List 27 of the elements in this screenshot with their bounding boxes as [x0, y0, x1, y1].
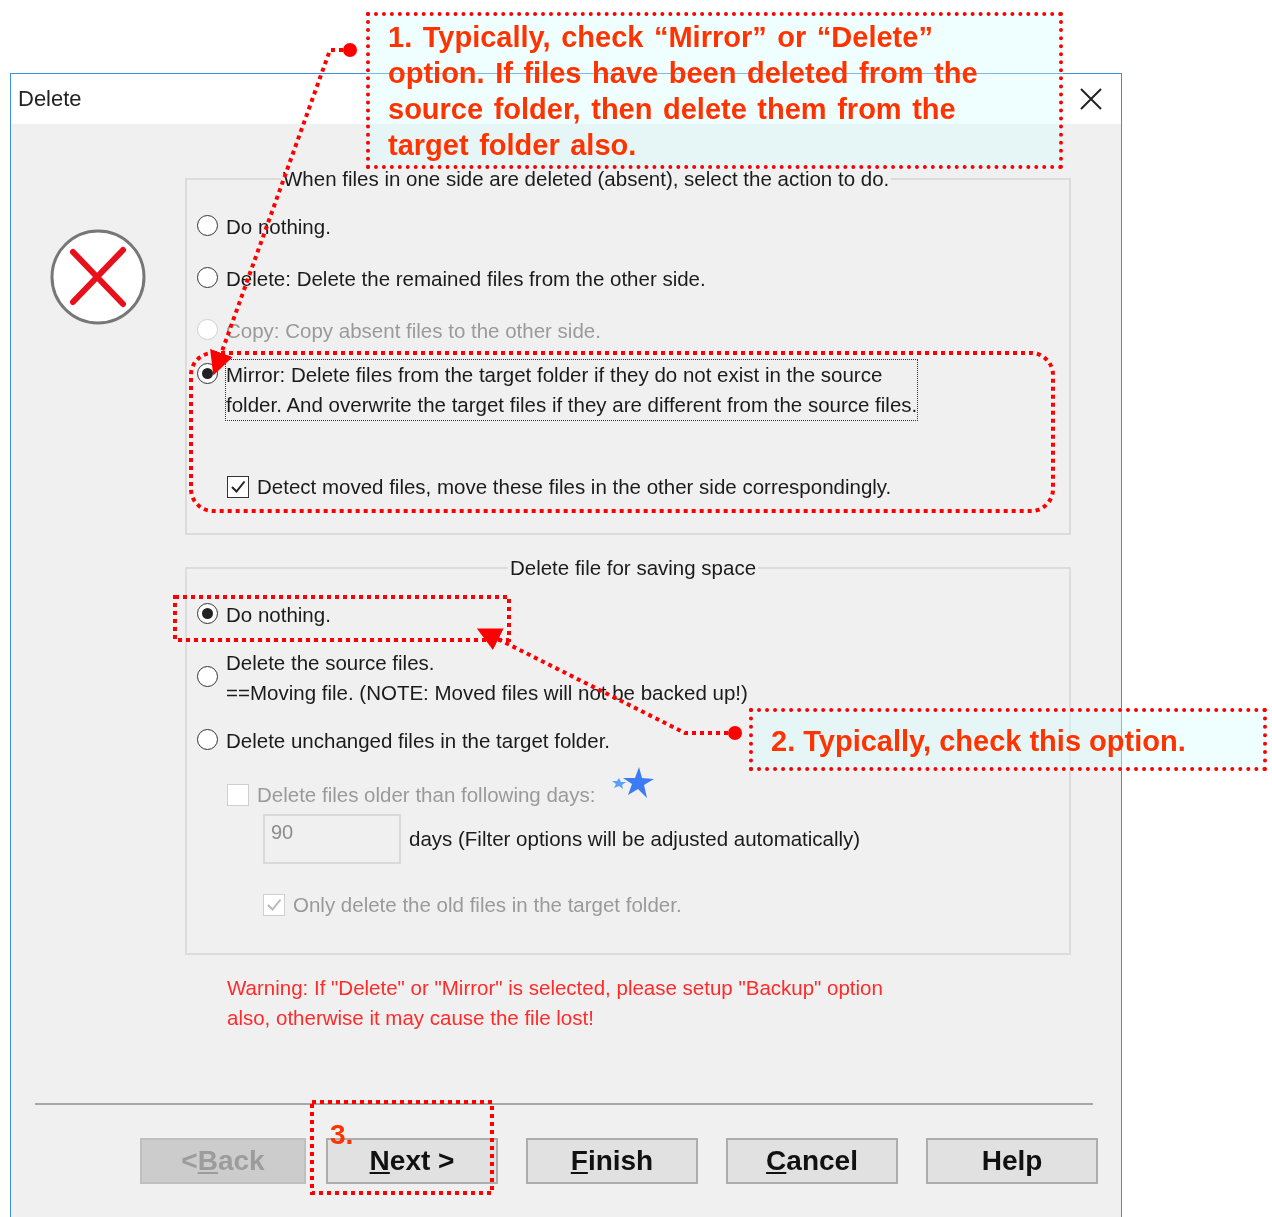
error-x-icon [49, 228, 147, 326]
checkbox[interactable] [227, 476, 249, 498]
warning-text: Warning: If "Delete" or "Mirror" is selected, please setup "Backup" option also, otherwise it may cause the file lost! [227, 975, 884, 1031]
days-note: days (Filter options will be adjusted automatically) [409, 826, 861, 852]
option-label[interactable]: Delete unchanged files in the target folder. [226, 726, 611, 756]
radio-button[interactable] [197, 729, 218, 750]
annotation-callout: 2. Typically, check this option. [749, 708, 1267, 771]
check-icon [229, 478, 247, 496]
window-title: Delete [18, 86, 82, 112]
option-label[interactable]: Delete: Delete the remained files from the other side. [226, 264, 706, 294]
check-icon [265, 896, 283, 914]
radio-button[interactable] [197, 603, 218, 624]
radio-button[interactable] [197, 215, 218, 236]
radio-button[interactable] [197, 267, 218, 288]
close-icon[interactable] [1079, 87, 1103, 111]
dialog-button[interactable]: Help [926, 1138, 1098, 1184]
option-label[interactable]: Do nothing. [226, 212, 331, 242]
radio-button[interactable] [197, 666, 218, 687]
annotation-callout: 1. Typically, check “Mirror” or “Delete” option. If files have been deleted from the source folder, then delete them from the target folder also. [366, 12, 1063, 169]
checkbox-label[interactable]: Detect moved files, move these files in the other side correspondingly. [257, 472, 892, 502]
option-label[interactable]: Do nothing. [226, 600, 331, 630]
sparkle-star-icon [611, 766, 656, 800]
dialog-button[interactable]: Cancel [726, 1138, 898, 1184]
group-title: Delete file for saving space [508, 555, 758, 581]
option-label[interactable]: Mirror: Delete files from the target folder if they do not exist in the source folder. And overwrite the target files if they are different from the source files. [226, 360, 918, 420]
group-title: When files in one side are deleted (absent), select the action to do. [282, 166, 891, 192]
dialog-button[interactable]: Finish [526, 1138, 698, 1184]
